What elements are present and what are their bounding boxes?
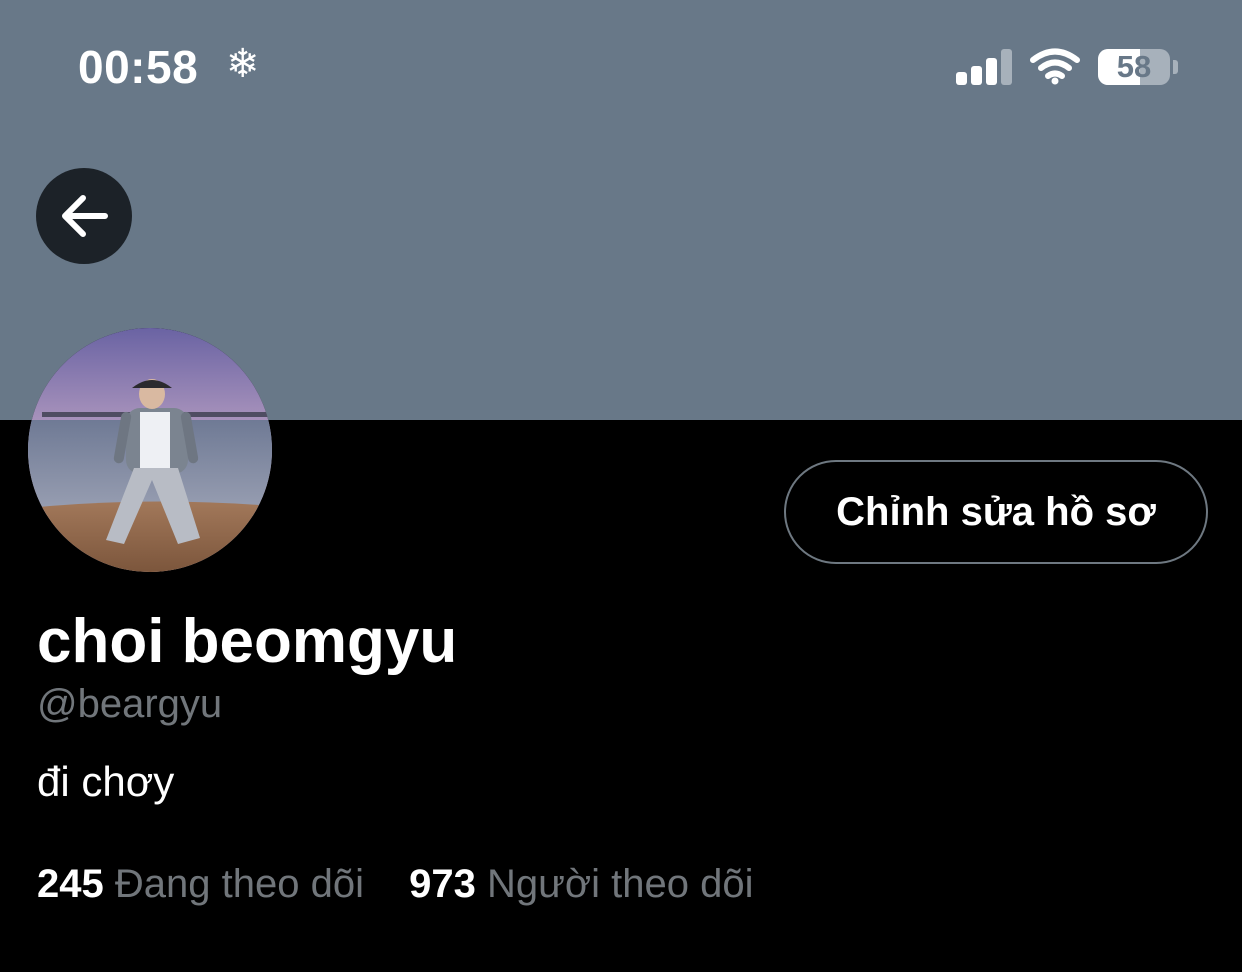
battery-level: 58 xyxy=(1116,49,1152,84)
battery-tip xyxy=(1173,60,1178,74)
arrow-left-icon xyxy=(62,195,108,237)
profile-stats: 245 Đang theo dõi 973 Người theo dõi xyxy=(37,858,753,910)
followers-link[interactable]: 973 Người theo dõi xyxy=(409,862,753,906)
following-label: Đang theo dõi xyxy=(114,862,364,906)
profile-handle: @beargyu xyxy=(37,682,223,726)
avatar-photo xyxy=(28,328,272,572)
status-time: 00:58 xyxy=(78,41,199,93)
wifi-icon xyxy=(1030,48,1080,85)
profile-avatar[interactable] xyxy=(28,328,272,572)
battery-icon: 58 xyxy=(1098,49,1170,85)
followers-count: 973 xyxy=(409,862,476,906)
back-button[interactable] xyxy=(36,168,132,264)
snowflake-icon: ❄ xyxy=(226,41,260,87)
edit-profile-button[interactable]: Chỉnh sửa hồ sơ xyxy=(784,460,1208,564)
profile-display-name: choi beomgyu xyxy=(37,607,458,676)
profile-bio: đi chơy xyxy=(37,758,175,805)
following-count: 245 xyxy=(37,862,104,906)
following-link[interactable]: 245 Đang theo dõi xyxy=(37,862,375,906)
followers-label: Người theo dõi xyxy=(486,862,754,906)
cellular-signal-icon xyxy=(956,49,1012,85)
